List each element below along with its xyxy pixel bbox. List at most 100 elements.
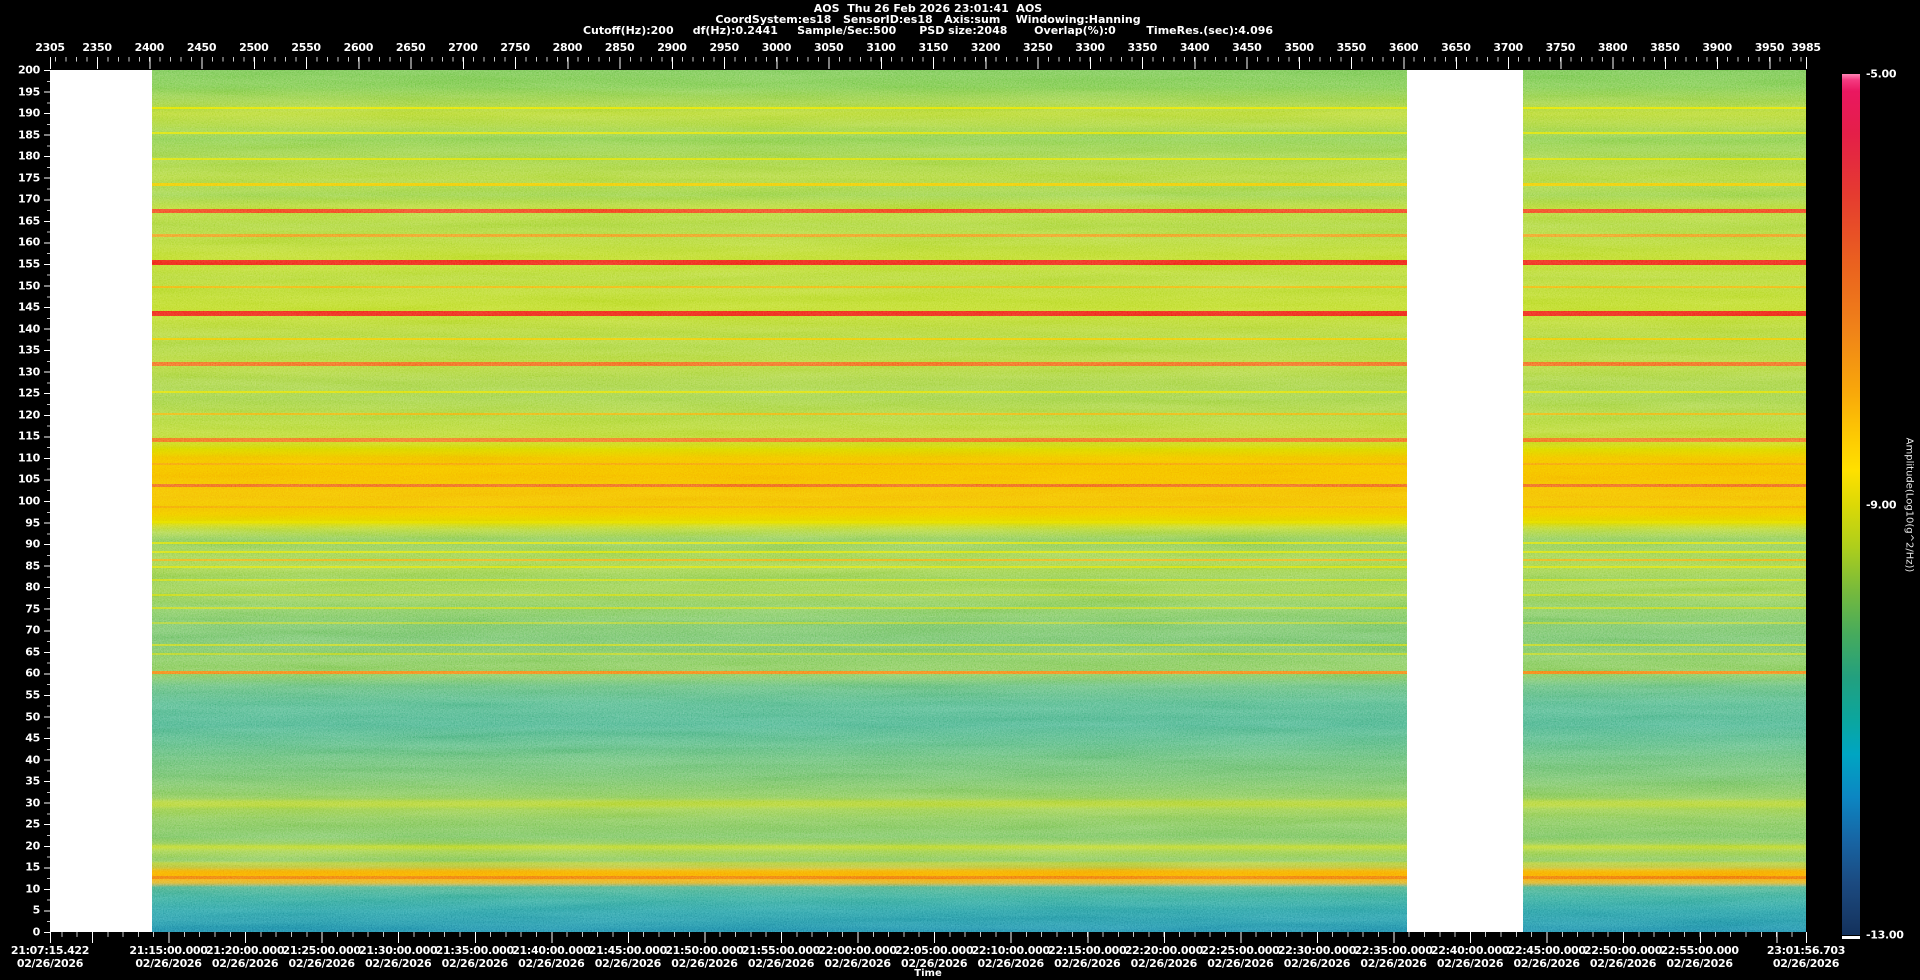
date-value: 02/26/2026 — [365, 957, 432, 970]
time-tick-label: 22:00:00.000 02/26/2026 — [818, 944, 897, 970]
time-tick-label: 21:50:00.000 02/26/2026 — [665, 944, 744, 970]
time-tick-label: 21:20:00.000 02/26/2026 — [205, 944, 285, 970]
time-tick-label: 21:45:00.000 02/26/2026 — [588, 944, 668, 970]
record-tick-label: 3650 — [1441, 41, 1471, 54]
time-value: 22:40:00.000 — [1430, 944, 1510, 957]
date-value: 02/26/2026 — [594, 957, 662, 970]
frequency-tick-label: 125 — [17, 386, 40, 400]
time-value: 21:45:00.000 — [588, 944, 668, 957]
frequency-tick-label: 185 — [17, 128, 40, 142]
time-value: 22:25:00.000 — [1201, 944, 1280, 957]
record-tick-label: 2550 — [291, 41, 321, 54]
frequency-tick-label: 75 — [25, 602, 40, 616]
time-tick-label: 21:55:00.000 02/26/2026 — [742, 944, 821, 970]
record-tick-label: 3600 — [1388, 41, 1419, 54]
frequency-tick-label: 170 — [17, 192, 40, 206]
record-tick-label: 3150 — [918, 41, 949, 54]
record-tick-label: 3250 — [1023, 41, 1053, 54]
time-value: 21:35:00.000 — [435, 944, 515, 957]
record-tick-label: 3850 — [1650, 41, 1680, 54]
frequency-tick-label: 55 — [25, 688, 40, 702]
date-value: 02/26/2026 — [1054, 957, 1121, 970]
time-tick-label: 22:10:00.000 02/26/2026 — [972, 944, 1051, 970]
record-tick-label: 2500 — [239, 41, 269, 54]
frequency-tick-label: 10 — [25, 882, 40, 896]
colorbar-tick-label: -13.00 — [1866, 928, 1904, 942]
time-axis-title: Time — [914, 968, 942, 979]
data-gaps — [50, 70, 1806, 932]
time-value: 23:01:56.703 — [1766, 944, 1846, 957]
record-tick-label: 2650 — [395, 41, 426, 54]
record-tick-label: 3950 — [1754, 41, 1785, 54]
date-value: 02/26/2026 — [1513, 957, 1580, 970]
time-tick-label: 21:25:00.000 02/26/2026 — [282, 944, 362, 970]
frequency-tick-label: 0 — [32, 925, 41, 939]
frequency-tick-label: 180 — [17, 149, 40, 163]
date-value: 02/26/2026 — [211, 957, 279, 970]
record-tick-label: 3100 — [866, 41, 896, 54]
record-tick-label: 3750 — [1545, 41, 1576, 54]
record-tick-label: 3550 — [1336, 41, 1367, 54]
record-tick-label: 3450 — [1232, 41, 1262, 54]
frequency-tick-label: 40 — [25, 753, 40, 767]
time-value: 21:30:00.000 — [359, 944, 438, 957]
frequency-tick-label: 50 — [25, 710, 40, 723]
record-tick-label: 2700 — [448, 41, 478, 54]
date-value: 02/26/2026 — [135, 957, 202, 970]
record-tick-label: 2800 — [552, 41, 583, 54]
record-tick-label: 2750 — [500, 41, 530, 54]
record-tick-label: 3800 — [1597, 41, 1628, 54]
time-value: 22:45:00.000 — [1507, 944, 1586, 957]
time-tick-label: 22:45:00.000 02/26/2026 — [1507, 944, 1586, 970]
frequency-tick-label: 165 — [17, 214, 40, 228]
frequency-tick-label: 20 — [25, 839, 40, 853]
time-value: 22:50:00.000 — [1583, 944, 1663, 957]
date-value: 02/26/2026 — [441, 957, 509, 970]
record-tick-label: 3050 — [813, 41, 844, 54]
time-tick-label: 22:55:00.000 02/26/2026 — [1660, 944, 1739, 970]
record-axis-labels: 2305 2350 2400 2450 2500 2550 2600 2650 2700 2750… — [35, 41, 1821, 55]
time-tick-label: 22:05:00.000 02/26/2026 — [895, 944, 974, 970]
record-tick-label: 2350 — [82, 41, 112, 54]
time-value: 21:25:00.000 — [282, 944, 362, 957]
frequency-tick-label: 30 — [25, 796, 40, 810]
frequency-tick-label: 15 — [25, 860, 40, 874]
spectrogram-panel[interactable] — [50, 70, 1806, 932]
frequency-tick-label: 110 — [17, 451, 40, 465]
date-value: 02/26/2026 — [16, 957, 84, 970]
frequency-tick-label: 155 — [17, 257, 40, 271]
frequency-tick-label: 45 — [25, 731, 40, 745]
time-tick-label: 22:15:00.000 02/26/2026 — [1048, 944, 1127, 970]
date-value: 02/26/2026 — [1666, 957, 1733, 970]
time-tick-label: 22:30:00.000 02/26/2026 — [1277, 944, 1357, 970]
data-gap-2 — [1407, 70, 1524, 932]
amplitude-axis-label: Amplitude(Log10(g^2/Hz)) — [1903, 437, 1915, 573]
date-value: 02/26/2026 — [824, 957, 891, 970]
time-tick-label: 22:25:00.000 02/26/2026 — [1201, 944, 1280, 970]
record-tick-label: 2400 — [134, 41, 165, 54]
time-tick-label: 22:50:00.000 02/26/2026 — [1583, 944, 1663, 970]
record-tick-label: 2450 — [186, 41, 217, 54]
record-tick-label: 3985 — [1791, 41, 1821, 54]
date-value: 02/26/2026 — [1772, 957, 1840, 970]
time-tick-label: 21:40:00.000 02/26/2026 — [512, 944, 591, 970]
record-tick-label: 3000 — [761, 41, 792, 54]
time-value: 22:30:00.000 — [1277, 944, 1357, 957]
frequency-tick-label: 195 — [17, 85, 40, 99]
date-value: 02/26/2026 — [288, 957, 355, 970]
date-value: 02/26/2026 — [1589, 957, 1657, 970]
header-params-line2: Cutoff(Hz):200 df(Hz):0.2441 Sample/Sec:… — [582, 24, 1274, 37]
time-value: 22:55:00.000 — [1660, 944, 1739, 957]
frequency-tick-label: 150 — [17, 279, 40, 292]
time-value: 21:20:00.000 — [205, 944, 285, 957]
time-tick-label: 21:07:15.422 02/26/2026 — [11, 944, 90, 970]
time-tick-label: 21:35:00.000 02/26/2026 — [435, 944, 515, 970]
record-tick-label: 3200 — [970, 41, 1001, 54]
frequency-tick-label: 130 — [17, 365, 40, 379]
date-value: 02/26/2026 — [747, 957, 815, 970]
frequency-tick-label: 70 — [25, 623, 40, 637]
time-value: 22:35:00.000 — [1354, 944, 1433, 957]
frequency-tick-label: 160 — [17, 235, 40, 249]
time-tick-label: 22:20:00.000 02/26/2026 — [1125, 944, 1204, 970]
date-value: 02/26/2026 — [1130, 957, 1198, 970]
